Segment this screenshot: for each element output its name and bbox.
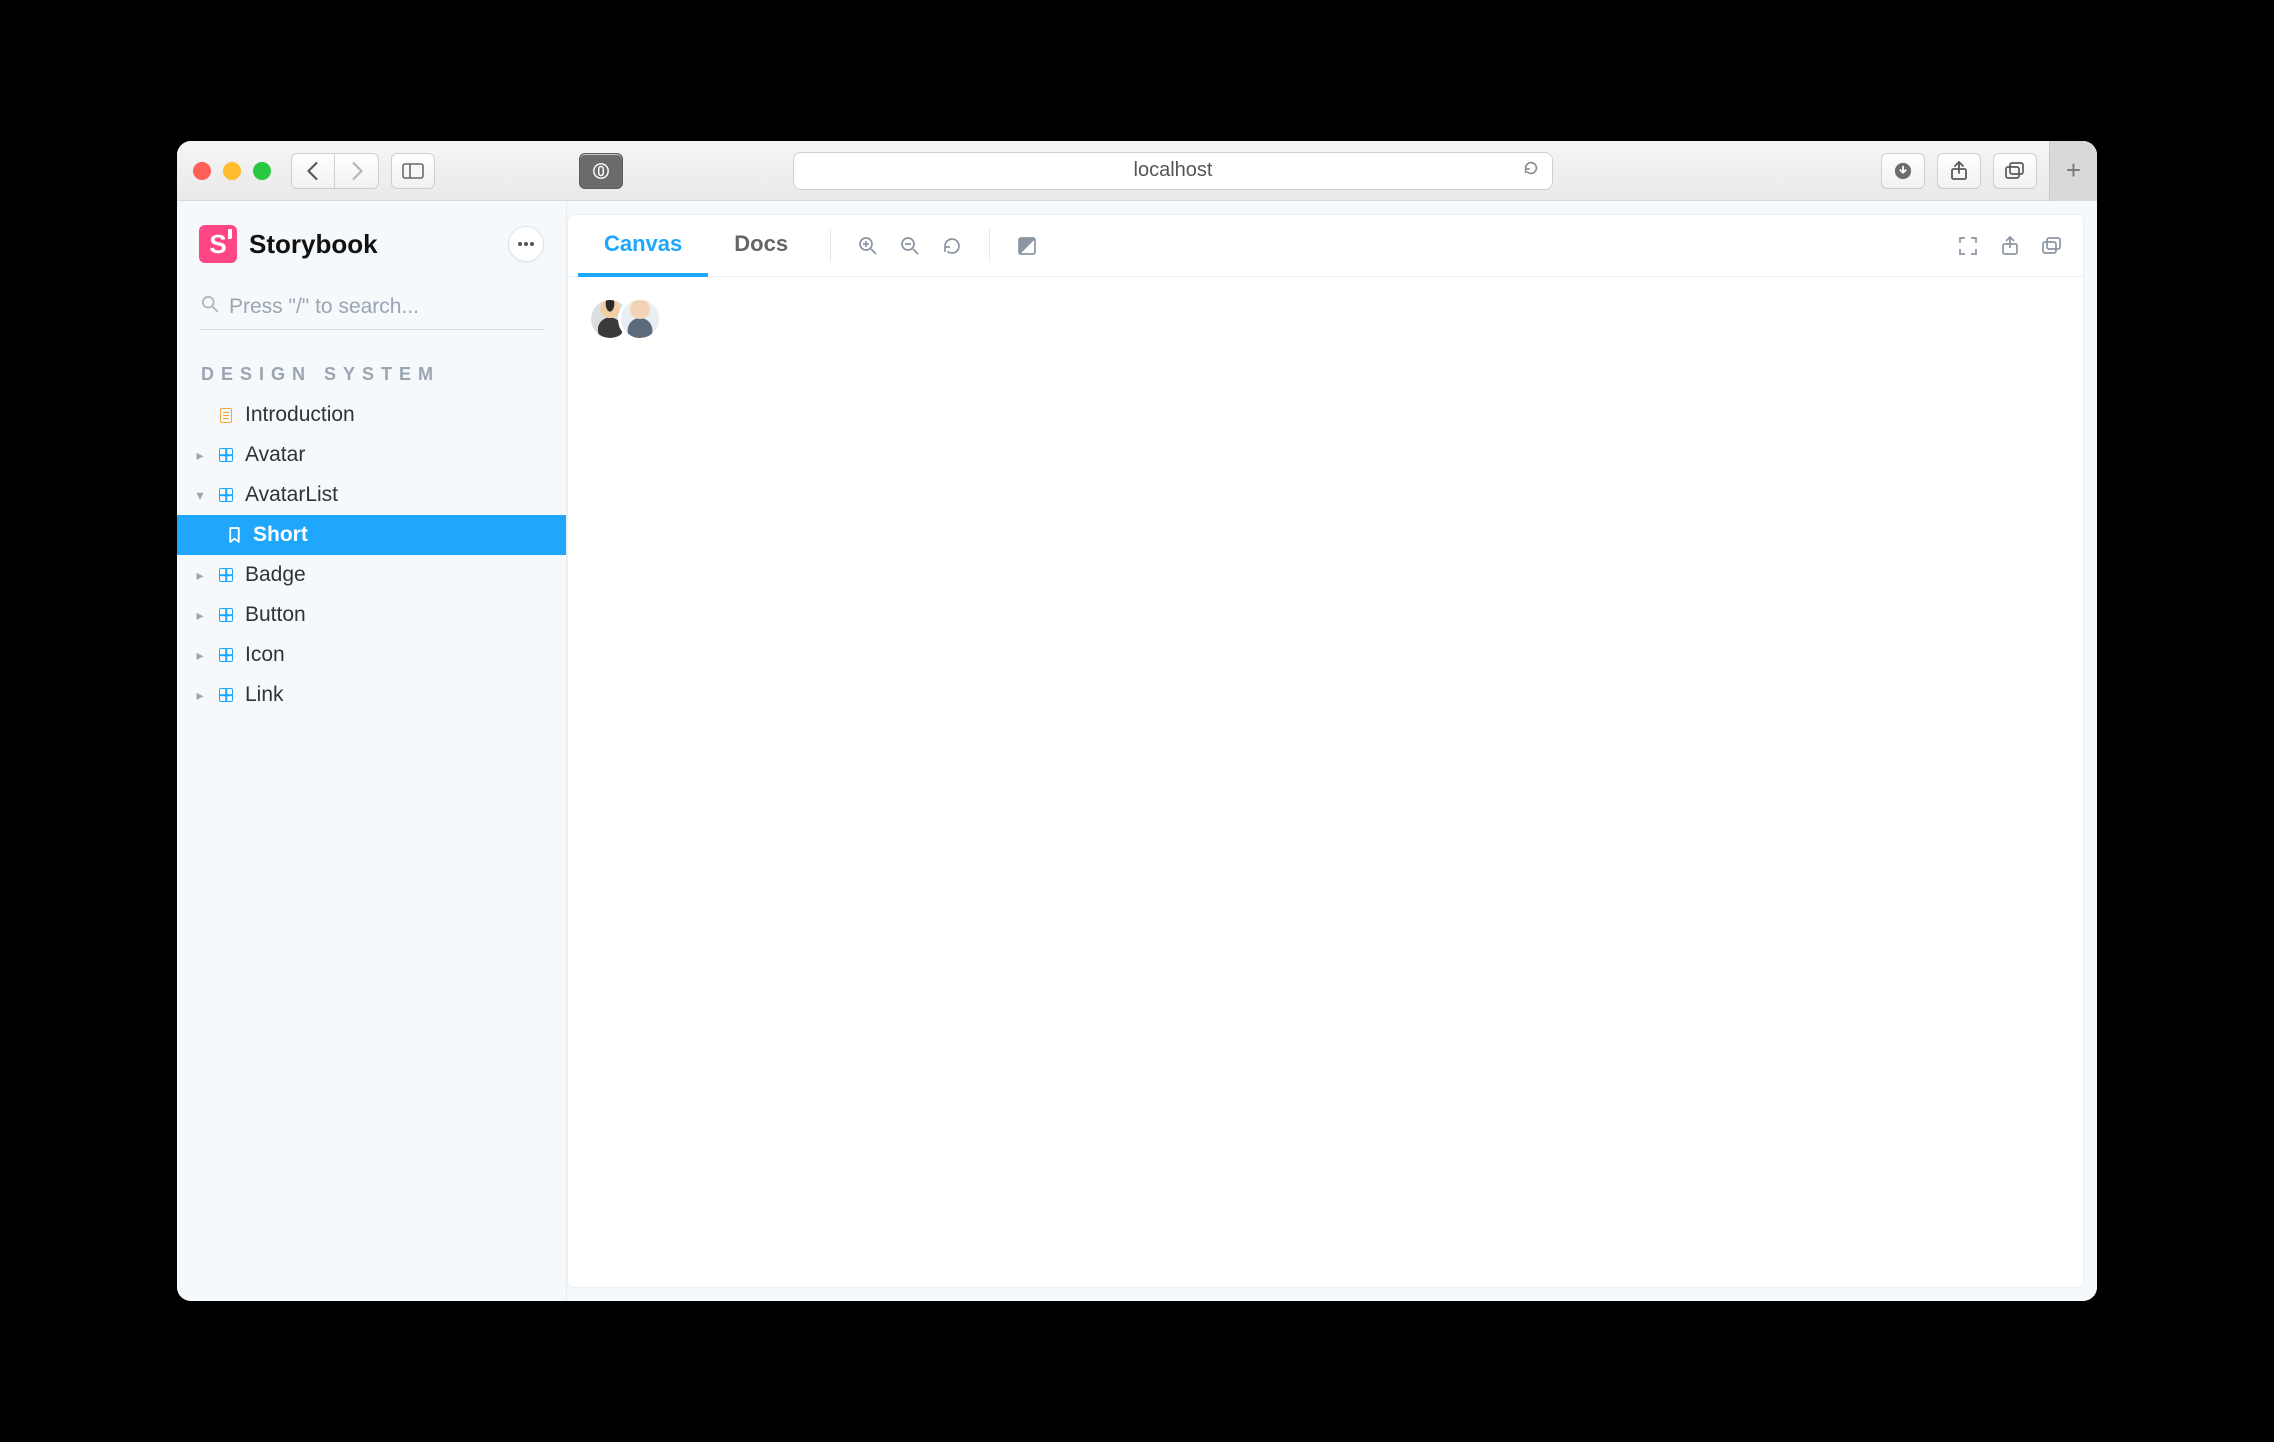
close-window-button[interactable]: [193, 162, 211, 180]
nav-item-short[interactable]: Short: [177, 515, 566, 555]
share-button[interactable]: [1937, 153, 1981, 189]
component-icon: [217, 606, 235, 624]
privacy-button[interactable]: [579, 153, 623, 189]
section-label: DESIGN SYSTEM: [177, 334, 566, 395]
divider: [830, 229, 831, 262]
sidebar-menu-button[interactable]: [508, 226, 544, 262]
nav-label: Link: [245, 683, 284, 707]
component-icon: [217, 646, 235, 664]
nav-item-avatarlist[interactable]: ▾ AvatarList: [177, 475, 566, 515]
open-tab-button[interactable]: [1989, 215, 2031, 276]
chevron-down-icon: ▾: [193, 487, 207, 504]
nav-tree: Introduction ▸ Avatar ▾ AvatarList Shor: [177, 395, 566, 715]
component-icon: [217, 686, 235, 704]
back-button[interactable]: [291, 153, 335, 189]
tabs-button[interactable]: [1993, 153, 2037, 189]
storybook-app: S Storybook DESIGN SYSTEM Introduction: [177, 201, 2097, 1301]
address-text: localhost: [1134, 159, 1213, 182]
preview-toolbar: Canvas Docs: [568, 215, 2083, 277]
new-tab-button[interactable]: +: [2049, 141, 2097, 201]
sidebar-toggle-button[interactable]: [391, 153, 435, 189]
reload-icon[interactable]: [1522, 159, 1540, 183]
document-icon: [217, 406, 235, 424]
nav-label: AvatarList: [245, 483, 338, 507]
tab-docs[interactable]: Docs: [708, 215, 814, 277]
maximize-window-button[interactable]: [253, 162, 271, 180]
search-input[interactable]: [199, 287, 544, 330]
tab-canvas[interactable]: Canvas: [578, 215, 708, 277]
browser-titlebar: localhost +: [177, 141, 2097, 201]
avatar-list: [588, 297, 2063, 341]
tabs: Canvas Docs: [578, 215, 814, 276]
nav-buttons: [291, 153, 379, 189]
app-title: Storybook: [249, 229, 378, 260]
fullscreen-button[interactable]: [1947, 215, 1989, 276]
sidebar-header: S Storybook: [177, 219, 566, 273]
window-controls: [193, 162, 271, 180]
storybook-logo-icon: S: [199, 225, 237, 263]
nav-label: Short: [253, 523, 308, 547]
nav-item-link[interactable]: ▸ Link: [177, 675, 566, 715]
chevron-right-icon: ▸: [193, 567, 207, 584]
zoom-out-button[interactable]: [889, 215, 931, 276]
minimize-window-button[interactable]: [223, 162, 241, 180]
component-icon: [217, 486, 235, 504]
nav-label: Badge: [245, 563, 306, 587]
sidebar: S Storybook DESIGN SYSTEM Introduction: [177, 201, 567, 1301]
zoom-reset-button[interactable]: [931, 215, 973, 276]
nav-label: Avatar: [245, 443, 305, 467]
avatar: [618, 297, 662, 341]
nav-item-avatar[interactable]: ▸ Avatar: [177, 435, 566, 475]
forward-button[interactable]: [335, 153, 379, 189]
downloads-button[interactable]: [1881, 153, 1925, 189]
search-icon: [201, 295, 219, 319]
nav-label: Introduction: [245, 403, 355, 427]
main-panel: Canvas Docs: [567, 214, 2084, 1288]
nav-item-button[interactable]: ▸ Button: [177, 595, 566, 635]
divider: [989, 229, 990, 262]
chevron-right-icon: ▸: [193, 607, 207, 624]
component-icon: [217, 446, 235, 464]
chevron-right-icon: ▸: [193, 687, 207, 704]
zoom-in-button[interactable]: [847, 215, 889, 276]
bookmark-icon: [225, 526, 243, 544]
nav-item-icon[interactable]: ▸ Icon: [177, 635, 566, 675]
canvas-area: [568, 277, 2083, 1287]
chevron-right-icon: ▸: [193, 447, 207, 464]
nav-item-introduction[interactable]: Introduction: [177, 395, 566, 435]
nav-label: Icon: [245, 643, 285, 667]
chevron-right-icon: ▸: [193, 647, 207, 664]
background-toggle-button[interactable]: [1006, 215, 1048, 276]
safari-window: localhost + S Storybook: [177, 141, 2097, 1301]
titlebar-right: [1881, 153, 2037, 189]
tab-label: Docs: [734, 231, 788, 257]
nav-label: Button: [245, 603, 306, 627]
address-bar[interactable]: localhost: [793, 152, 1553, 190]
search-field[interactable]: [199, 287, 544, 330]
nav-item-badge[interactable]: ▸ Badge: [177, 555, 566, 595]
component-icon: [217, 566, 235, 584]
tab-label: Canvas: [604, 231, 682, 257]
copy-link-button[interactable]: [2031, 215, 2073, 276]
